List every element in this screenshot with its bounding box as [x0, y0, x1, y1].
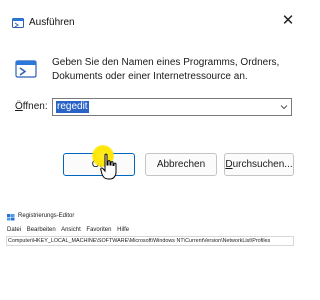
title-bar: Ausführen ✕ [0, 0, 300, 34]
menu-item-favoriten[interactable]: Favoriten [86, 227, 111, 233]
run-icon [12, 18, 24, 28]
menu-item-ansicht[interactable]: Ansicht [61, 227, 81, 233]
chevron-down-icon[interactable] [279, 102, 289, 112]
close-icon: ✕ [281, 12, 295, 29]
run-dialog: Ausführen ✕ Geben Sie den Namen eines Pr… [0, 0, 300, 190]
open-label: Öffnen: [15, 101, 48, 112]
open-label-text: ffnen: [22, 101, 48, 112]
browse-button[interactable]: Durchsuchen... [224, 153, 294, 176]
hand-cursor-icon [100, 153, 117, 180]
registry-editor-title: Registrierungs-Editor [18, 213, 75, 219]
open-label-accesskey: Ö [15, 101, 23, 112]
registry-menu-bar: Datei Bearbeiten Ansicht Favoriten Hilfe [7, 227, 133, 235]
dialog-title: Ausführen [29, 17, 75, 28]
menu-item-datei[interactable]: Datei [7, 227, 21, 233]
registry-editor-icon [7, 214, 15, 221]
browse-button-label: urchsuchen... [232, 159, 293, 170]
menu-item-hilfe[interactable]: Hilfe [117, 227, 129, 233]
run-icon [15, 60, 37, 78]
open-combobox[interactable]: regedit [52, 98, 292, 116]
browse-accesskey: D [225, 159, 233, 170]
dialog-description: Geben Sie den Namen eines Programms, Ord… [52, 57, 280, 82]
cancel-button[interactable]: Abbrechen [145, 153, 217, 176]
close-button[interactable]: ✕ [279, 12, 297, 30]
open-input-value[interactable]: regedit [56, 101, 89, 113]
menu-item-bearbeiten[interactable]: Bearbeiten [27, 227, 56, 233]
cancel-button-label: Abbrechen [156, 159, 206, 170]
registry-address-bar[interactable]: Computer\HKEY_LOCAL_MACHINE\SOFTWARE\Mic… [6, 236, 294, 246]
